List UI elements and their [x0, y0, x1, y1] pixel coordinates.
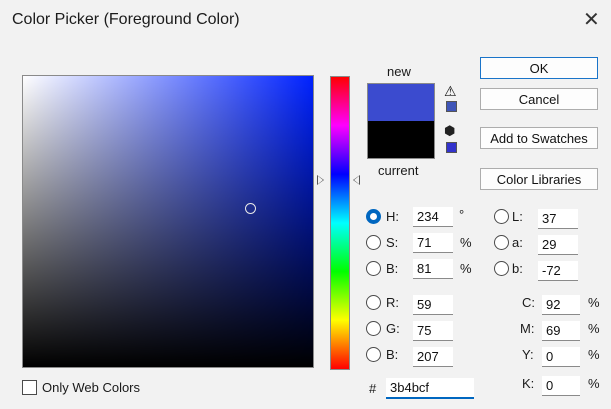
magenta-unit: % — [588, 321, 600, 336]
blue-input[interactable] — [413, 347, 453, 367]
hue-radio[interactable] — [366, 209, 381, 224]
red-radio[interactable] — [366, 295, 381, 310]
hue-label: H: — [386, 209, 399, 224]
title-bar: Color Picker (Foreground Color) ✕ — [0, 0, 611, 44]
web-safe-swatch[interactable] — [446, 142, 457, 153]
hue-slider[interactable] — [330, 76, 350, 370]
color-field[interactable] — [22, 75, 314, 368]
yellow-unit: % — [588, 347, 600, 362]
cyan-unit: % — [588, 295, 600, 310]
black-label: K: — [522, 376, 535, 391]
hue-input[interactable] — [413, 207, 453, 227]
saturation-radio[interactable] — [366, 235, 381, 250]
lab-a-input[interactable] — [538, 235, 578, 255]
close-icon[interactable]: ✕ — [583, 8, 600, 32]
color-field-cursor[interactable] — [245, 203, 256, 214]
window-title: Color Picker (Foreground Color) — [12, 11, 240, 28]
only-web-colors-checkbox[interactable] — [22, 380, 37, 395]
lightness-input[interactable] — [538, 209, 578, 229]
brightness-label: B: — [386, 261, 399, 276]
yellow-input[interactable] — [542, 347, 580, 367]
red-label: R: — [386, 295, 399, 310]
cyan-input[interactable] — [542, 295, 580, 315]
black-input[interactable] — [542, 376, 580, 396]
lightness-radio[interactable] — [494, 209, 509, 224]
only-web-colors-label: Only Web Colors — [42, 380, 141, 395]
hue-slider-right-handle[interactable] — [353, 175, 360, 185]
brightness-radio[interactable] — [366, 261, 381, 276]
lab-a-radio[interactable] — [494, 235, 509, 250]
magenta-label: M: — [520, 321, 535, 336]
black-unit: % — [588, 376, 600, 391]
blue-radio[interactable] — [366, 347, 381, 362]
hex-input[interactable] — [386, 378, 474, 399]
lightness-label: L: — [512, 209, 523, 224]
new-label: new — [387, 64, 411, 79]
lab-b-radio[interactable] — [494, 261, 509, 276]
green-label: G: — [386, 321, 400, 336]
lab-b-label: b: — [512, 261, 523, 276]
lab-b-input[interactable] — [538, 261, 578, 281]
saturation-input[interactable] — [413, 233, 453, 253]
hue-slider-left-handle[interactable] — [317, 175, 324, 185]
gamut-correction-swatch[interactable] — [446, 101, 457, 112]
color-libraries-button[interactable]: Color Libraries — [480, 168, 598, 190]
green-input[interactable] — [413, 321, 453, 341]
lab-a-label: a: — [512, 235, 523, 250]
saturation-label: S: — [386, 235, 399, 250]
red-input[interactable] — [413, 295, 453, 315]
blue-label: B: — [386, 347, 399, 362]
web-safe-cube-icon[interactable]: ⬢ — [444, 124, 455, 137]
magenta-input[interactable] — [542, 321, 580, 341]
hex-prefix: # — [369, 381, 377, 396]
yellow-label: Y: — [522, 347, 534, 362]
new-color-swatch — [367, 83, 435, 121]
cyan-label: C: — [522, 295, 535, 310]
add-to-swatches-button[interactable]: Add to Swatches — [480, 127, 598, 149]
current-color-swatch[interactable] — [367, 121, 435, 159]
current-label: current — [378, 163, 419, 178]
cancel-button[interactable]: Cancel — [480, 88, 598, 110]
brightness-input[interactable] — [413, 259, 453, 279]
ok-button[interactable]: OK — [480, 57, 598, 79]
green-radio[interactable] — [366, 321, 381, 336]
hue-unit: ° — [459, 207, 465, 222]
saturation-unit: % — [460, 235, 472, 250]
brightness-unit: % — [460, 261, 472, 276]
out-of-gamut-warning-icon[interactable]: ⚠ — [444, 84, 457, 98]
